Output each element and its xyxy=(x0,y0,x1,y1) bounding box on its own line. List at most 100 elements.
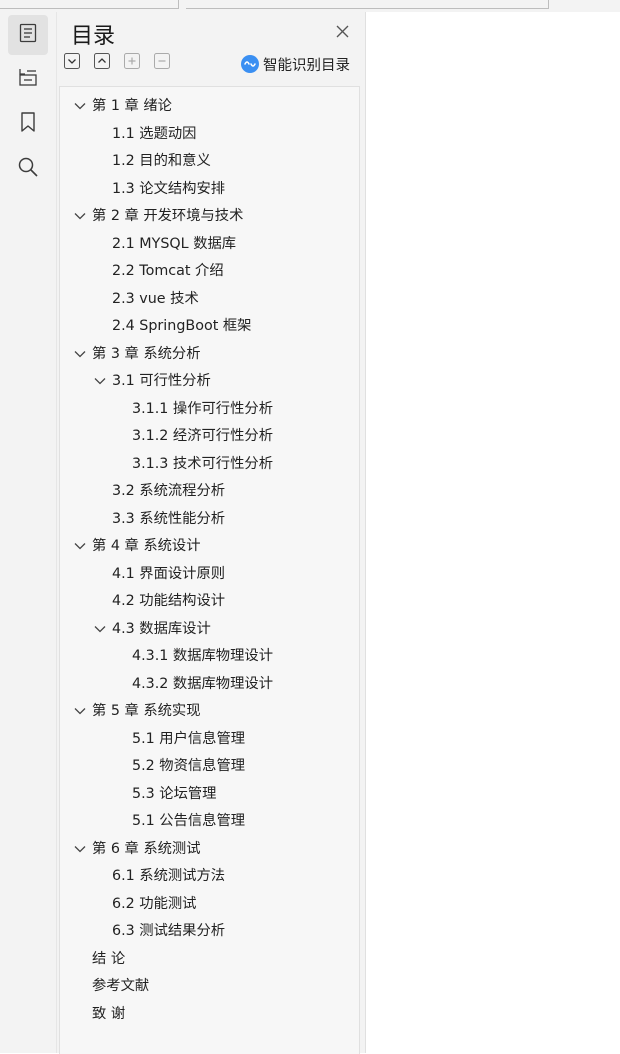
outline-item-level-2[interactable]: 2.2 Tomcat 介绍 xyxy=(60,258,359,284)
outline-item-label: 6.1 系统测试方法 xyxy=(112,868,226,884)
outline-item-level-1[interactable]: 第 2 章 开发环境与技术 xyxy=(60,203,359,229)
outline-icon xyxy=(18,23,38,47)
outline-item-label: 3.3 系统性能分析 xyxy=(112,510,226,527)
outline-item-level-3[interactable]: 5.3 论坛管理 xyxy=(60,781,359,807)
outline-item-label: 4.1 界面设计原则 xyxy=(112,565,226,582)
outline-item-level-1[interactable]: 致 谢 xyxy=(60,1001,359,1027)
outline-item-label: 2.4 SpringBoot 框架 xyxy=(112,318,252,334)
document-area xyxy=(366,12,620,1053)
outline-item-label: 4.3.2 数据库物理设计 xyxy=(132,675,273,692)
outline-item-level-3[interactable]: 5.2 物资信息管理 xyxy=(60,753,359,779)
outline-item-level-2[interactable]: 3.1 可行性分析 xyxy=(60,368,359,394)
expand-all-button[interactable] xyxy=(94,53,110,73)
outline-tab-button[interactable] xyxy=(8,15,48,55)
outline-item-label: 参考文献 xyxy=(92,978,150,994)
chevron-down-icon[interactable] xyxy=(93,368,107,394)
expand-all-icon xyxy=(94,53,110,73)
outline-item-label: 1.2 目的和意义 xyxy=(112,153,211,169)
outline-item-level-1[interactable]: 第 3 章 系统分析 xyxy=(60,341,359,367)
outline-tree: 第 1 章 绪论 1.1 选题动因 1.2 目的和意义 1.3 论文结构安排第 2 章… xyxy=(59,86,360,1054)
close-icon xyxy=(336,23,349,42)
chevron-down-icon[interactable] xyxy=(73,836,87,862)
outline-item-level-1[interactable]: 第 1 章 绪论 xyxy=(60,93,359,119)
outline-item-level-2[interactable]: 4.3 数据库设计 xyxy=(60,616,359,642)
outline-item-level-2[interactable]: 3.2 系统流程分析 xyxy=(60,478,359,504)
outline-item-label: 5.1 用户信息管理 xyxy=(132,730,246,747)
outline-item-label: 5.2 物资信息管理 xyxy=(132,758,246,774)
chevron-down-icon[interactable] xyxy=(73,533,87,559)
outline-item-level-3[interactable]: 3.1.3 技术可行性分析 xyxy=(60,451,359,477)
chevron-down-icon[interactable] xyxy=(73,341,87,367)
add-heading-icon xyxy=(124,53,140,73)
outline-item-label: 致 谢 xyxy=(92,1005,126,1022)
bookmark-icon xyxy=(18,111,38,137)
outline-panel: 目录 智能识别目录 第 1 章 绪论 1.1 选题动因 1.2 目的和意义 1.… xyxy=(57,12,366,1054)
remove-heading-button[interactable] xyxy=(154,53,170,73)
outline-item-level-3[interactable]: 3.1.1 操作可行性分析 xyxy=(60,396,359,422)
close-panel-button[interactable] xyxy=(331,21,353,43)
outline-item-level-1[interactable]: 第 6 章 系统测试 xyxy=(60,836,359,862)
navigation-rail xyxy=(0,12,57,1053)
panel-title: 目录 xyxy=(71,24,116,49)
outline-item-level-2[interactable]: 2.3 vue 技术 xyxy=(60,286,359,312)
outline-item-label: 第 5 章 系统实现 xyxy=(92,703,201,719)
collapse-all-icon xyxy=(64,53,80,73)
table-of-figures-icon xyxy=(17,66,39,92)
outline-item-level-3[interactable]: 3.1.2 经济可行性分析 xyxy=(60,423,359,449)
outline-item-label: 3.1 可行性分析 xyxy=(112,373,211,389)
outline-item-label: 6.3 测试结果分析 xyxy=(112,923,226,939)
outline-item-level-2[interactable]: 2.4 SpringBoot 框架 xyxy=(60,313,359,339)
outline-item-label: 2.1 MYSQL 数据库 xyxy=(112,235,237,252)
smart-recognize-toc-button[interactable]: 智能识别目录 xyxy=(241,53,350,75)
outline-item-level-3[interactable]: 4.3.2 数据库物理设计 xyxy=(60,671,359,697)
outline-item-label: 4.3 数据库设计 xyxy=(112,620,211,637)
outline-item-level-2[interactable]: 6.2 功能测试 xyxy=(60,891,359,917)
outline-item-level-2[interactable]: 1.2 目的和意义 xyxy=(60,148,359,174)
chevron-down-icon[interactable] xyxy=(73,203,87,229)
outline-item-level-1[interactable]: 结 论 xyxy=(60,946,359,972)
outline-item-level-2[interactable]: 1.1 选题动因 xyxy=(60,121,359,147)
outline-item-label: 3.2 系统流程分析 xyxy=(112,483,226,499)
outline-item-label: 2.2 Tomcat 介绍 xyxy=(112,263,224,279)
outline-item-label: 4.2 功能结构设计 xyxy=(112,593,226,609)
search-tab-button[interactable] xyxy=(8,149,48,189)
outline-item-label: 第 6 章 系统测试 xyxy=(92,840,201,857)
chevron-down-icon[interactable] xyxy=(93,616,107,642)
outline-item-level-2[interactable]: 2.1 MYSQL 数据库 xyxy=(60,231,359,257)
outline-item-label: 第 4 章 系统设计 xyxy=(92,538,201,554)
outline-item-level-3[interactable]: 4.3.1 数据库物理设计 xyxy=(60,643,359,669)
figures-tab-button[interactable] xyxy=(8,59,48,99)
outline-item-level-1[interactable]: 第 4 章 系统设计 xyxy=(60,533,359,559)
outline-item-level-1[interactable]: 第 5 章 系统实现 xyxy=(60,698,359,724)
outline-item-level-2[interactable]: 6.3 测试结果分析 xyxy=(60,918,359,944)
outline-item-label: 结 论 xyxy=(92,950,126,967)
outline-item-label: 6.2 功能测试 xyxy=(112,895,197,912)
collapse-all-button[interactable] xyxy=(64,53,80,73)
outline-item-label: 3.1.3 技术可行性分析 xyxy=(132,455,273,472)
outline-item-level-2[interactable]: 4.2 功能结构设计 xyxy=(60,588,359,614)
chevron-down-icon[interactable] xyxy=(73,698,87,724)
search-icon xyxy=(17,156,39,182)
add-heading-button[interactable] xyxy=(124,53,140,73)
outline-item-level-2[interactable]: 4.1 界面设计原则 xyxy=(60,561,359,587)
outline-item-label: 第 3 章 系统分析 xyxy=(92,345,201,362)
outline-item-level-3[interactable]: 5.1 公告信息管理 xyxy=(60,808,359,834)
remove-heading-icon xyxy=(154,53,170,73)
ruler-segment xyxy=(186,0,549,9)
outline-item-level-2[interactable]: 1.3 论文结构安排 xyxy=(60,176,359,202)
outline-item-label: 1.3 论文结构安排 xyxy=(112,180,226,197)
outline-item-label: 3.1.1 操作可行性分析 xyxy=(132,400,273,417)
outline-item-level-2[interactable]: 6.1 系统测试方法 xyxy=(60,863,359,889)
bookmark-tab-button[interactable] xyxy=(8,104,48,144)
outline-item-level-3[interactable]: 5.1 用户信息管理 xyxy=(60,726,359,752)
smart-recognize-toc-label: 智能识别目录 xyxy=(263,57,350,74)
ai-assistant-icon xyxy=(241,55,259,73)
chevron-down-icon[interactable] xyxy=(73,93,87,119)
outline-item-label: 2.3 vue 技术 xyxy=(112,290,199,307)
outline-item-label: 1.1 选题动因 xyxy=(112,125,197,142)
outline-item-label: 5.3 论坛管理 xyxy=(132,785,217,802)
outline-item-label: 第 2 章 开发环境与技术 xyxy=(92,208,244,224)
outline-item-label: 3.1.2 经济可行性分析 xyxy=(132,428,273,444)
outline-item-level-1[interactable]: 参考文献 xyxy=(60,973,359,999)
outline-item-level-2[interactable]: 3.3 系统性能分析 xyxy=(60,506,359,532)
